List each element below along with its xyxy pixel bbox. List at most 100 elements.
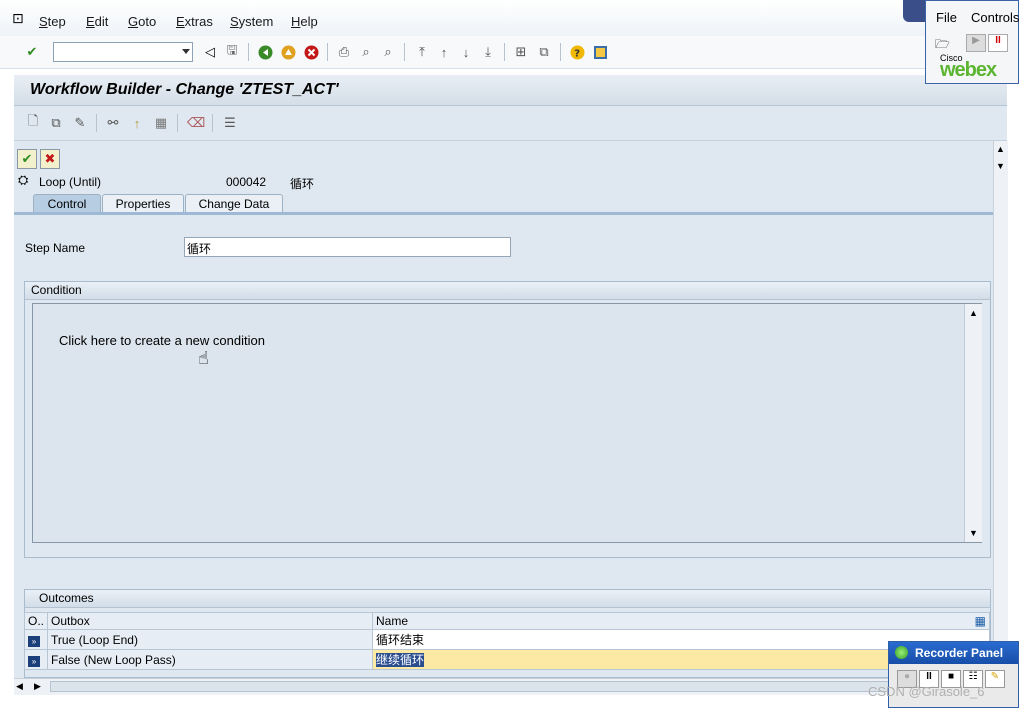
scroll-up-icon[interactable]: ▲ xyxy=(969,308,978,318)
menu-bar: ⊡ Step Edit Goto Extras System Help xyxy=(0,0,1019,36)
tab-underline xyxy=(14,212,993,215)
step-number: 000042 xyxy=(226,175,267,189)
list-icon[interactable]: ☰ xyxy=(221,114,239,132)
scroll-thumb[interactable] xyxy=(50,681,990,692)
separator xyxy=(560,43,561,61)
recorder-status-icon xyxy=(895,646,908,659)
first-page-icon[interactable]: ⤒ xyxy=(413,43,431,61)
column-header[interactable]: O.. xyxy=(23,612,49,630)
loop-icon: ⛭ xyxy=(18,172,29,187)
step-name-display: 循环 xyxy=(290,177,315,191)
condition-editor[interactable]: Click here to create a new condition ☝ ▲… xyxy=(32,303,982,543)
separator xyxy=(212,114,213,132)
separator xyxy=(404,43,405,61)
separator xyxy=(177,114,178,132)
scroll-right-icon[interactable]: ▶ xyxy=(34,681,41,692)
exit-icon[interactable] xyxy=(279,43,297,61)
separator xyxy=(327,43,328,61)
menu-help[interactable]: Help xyxy=(291,14,318,29)
outcome-icon: » xyxy=(28,655,40,667)
pin-icon[interactable]: ↑ xyxy=(128,114,146,132)
outcomes-group-title: Outcomes xyxy=(25,590,990,608)
find-icon[interactable]: ⌕ xyxy=(357,43,375,61)
condition-scrollbar[interactable]: ▲ ▼ xyxy=(964,304,982,542)
webex-logo: webex xyxy=(940,59,997,81)
scroll-up-icon[interactable]: ▲ xyxy=(996,144,1005,154)
outcomes-table: O.. Outbox Name ▦ » True (Loop End) 循环结束 … xyxy=(23,612,990,670)
row-selector[interactable]: » xyxy=(23,649,49,670)
cancel-icon[interactable] xyxy=(302,43,320,61)
horizontal-scrollbar[interactable]: ◀ ▶ xyxy=(14,678,1007,695)
menu-extras[interactable]: Extras xyxy=(176,14,213,29)
layout-menu-icon[interactable] xyxy=(591,43,609,61)
step-type: Loop (Until) xyxy=(39,175,102,189)
command-field[interactable] xyxy=(53,42,193,62)
eraser-icon[interactable]: ⌫ xyxy=(187,114,205,132)
page-title: Workflow Builder - Change 'ZTEST_ACT' xyxy=(30,81,339,98)
table-header-row: O.. Outbox Name ▦ xyxy=(23,612,990,630)
copy-icon[interactable]: ⧉ xyxy=(47,114,65,132)
scroll-down-icon[interactable]: ▼ xyxy=(996,161,1005,171)
last-page-icon[interactable]: ⤓ xyxy=(479,43,497,61)
recorder-title: Recorder Panel xyxy=(889,642,1018,664)
row-selector[interactable]: » xyxy=(23,629,49,650)
menu-step[interactable]: Step xyxy=(39,14,66,29)
enter-check-icon[interactable]: ✔ xyxy=(23,43,41,61)
hand-cursor-icon: ☝ xyxy=(198,348,209,368)
menu-icon[interactable]: ⊡ xyxy=(12,10,24,27)
outbox-cell[interactable]: True (Loop End) xyxy=(47,629,374,650)
tab-change-data[interactable]: Change Data xyxy=(185,194,283,213)
close-icon: ✖ xyxy=(44,151,56,166)
outbox-cell[interactable]: False (New Loop Pass) xyxy=(47,649,374,670)
shortcut-icon[interactable]: ⧉ xyxy=(535,43,553,61)
tab-control[interactable]: Control xyxy=(33,194,101,213)
back-triangle-icon[interactable]: ◁ xyxy=(201,43,219,61)
table-row[interactable]: » False (New Loop Pass) 继续循环 xyxy=(23,649,990,670)
column-header[interactable]: Outbox xyxy=(47,612,374,630)
grid-icon[interactable]: ▦ xyxy=(152,114,170,132)
chevron-down-icon[interactable] xyxy=(182,49,190,54)
print-icon[interactable]: ⎙ xyxy=(335,43,353,61)
highlight-icon[interactable]: ✎ xyxy=(985,670,1005,688)
create-condition-link[interactable]: Click here to create a new condition xyxy=(59,333,265,348)
cancel-button[interactable]: ✖ xyxy=(40,149,60,169)
pause-icon[interactable]: II xyxy=(988,34,1008,52)
menu-goto[interactable]: Goto xyxy=(128,14,156,29)
tab-properties[interactable]: Properties xyxy=(102,194,184,213)
back-icon[interactable] xyxy=(256,43,274,61)
previous-page-icon[interactable]: ↑ xyxy=(435,43,453,61)
menu-edit[interactable]: Edit xyxy=(86,14,108,29)
selected-text: 继续循环 xyxy=(376,653,425,667)
menu-system[interactable]: System xyxy=(230,14,273,29)
vertical-scrollbar[interactable]: ▲ ▼ xyxy=(993,141,1008,678)
title-bar: Workflow Builder - Change 'ZTEST_ACT' xyxy=(14,75,1007,106)
next-page-icon[interactable]: ↓ xyxy=(457,43,475,61)
webex-menu-controls[interactable]: Controls xyxy=(971,10,1019,25)
structure-icon[interactable]: ⚯ xyxy=(104,114,122,132)
step-name-label: Step Name xyxy=(25,241,86,255)
step-name-input[interactable]: 循环 xyxy=(184,237,511,257)
table-row[interactable]: » True (Loop End) 循环结束 xyxy=(23,629,990,650)
webex-window: File Controls 🗁 ▶ II Cisco webex xyxy=(925,0,1019,84)
edit-pen-icon[interactable]: ✎ xyxy=(71,114,89,132)
scroll-left-icon[interactable]: ◀ xyxy=(16,681,23,692)
column-settings-icon[interactable]: ▦ xyxy=(975,614,986,628)
condition-group-title: Condition xyxy=(25,282,990,300)
new-document-icon[interactable]: 🗋 xyxy=(24,113,42,132)
new-session-icon[interactable]: ⊞ xyxy=(512,43,530,61)
watermark: CSDN @Girasole_6 xyxy=(868,684,985,699)
separator xyxy=(248,43,249,61)
application-toolbar: 🗋 ⧉ ✎ ⚯ ↑ ▦ ⌫ ☰ xyxy=(14,106,1007,141)
scroll-down-icon[interactable]: ▼ xyxy=(969,528,978,538)
find-next-icon[interactable]: ⌕ xyxy=(379,43,397,61)
outcome-icon: » xyxy=(28,635,40,647)
check-icon: ✔ xyxy=(21,151,33,166)
webex-menu-file[interactable]: File xyxy=(936,10,957,25)
help-icon[interactable]: ? xyxy=(568,43,586,61)
play-icon[interactable]: ▶ xyxy=(966,34,986,52)
separator xyxy=(504,43,505,61)
column-header[interactable]: Name ▦ xyxy=(372,612,990,630)
confirm-button[interactable]: ✔ xyxy=(17,149,37,169)
save-icon[interactable]: 🖫 xyxy=(223,42,241,61)
separator xyxy=(96,114,97,132)
